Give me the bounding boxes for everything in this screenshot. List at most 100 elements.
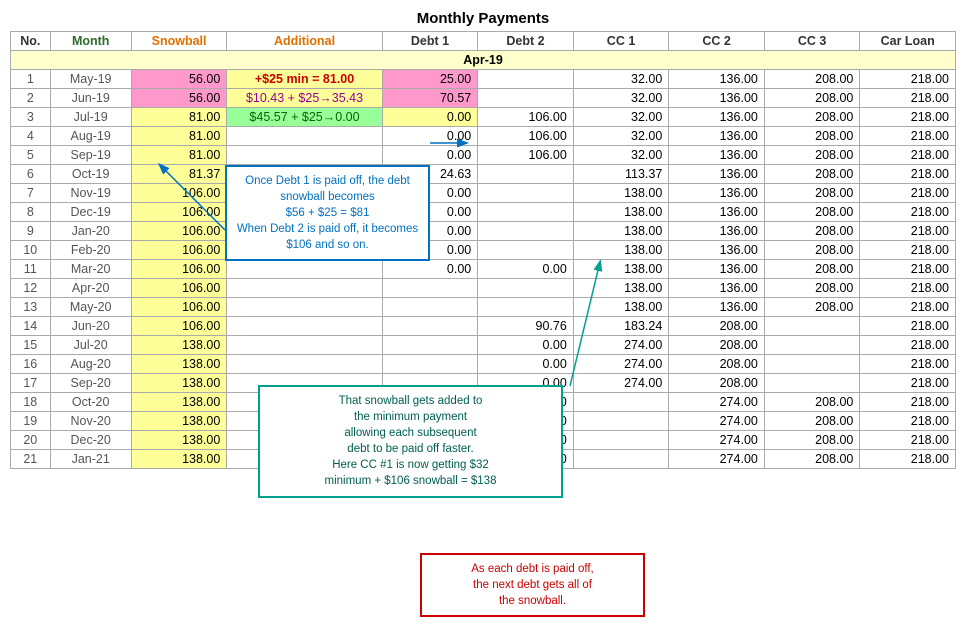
header-additional: Additional xyxy=(227,32,382,51)
cell-cc1: 138.00 xyxy=(573,184,669,203)
cell-cc2: 136.00 xyxy=(669,203,765,222)
cell-cc3: 208.00 xyxy=(764,70,860,89)
cell-no: 18 xyxy=(11,393,51,412)
cell-cc3: 208.00 xyxy=(764,279,860,298)
cell-additional xyxy=(227,355,382,374)
cell-no: 13 xyxy=(11,298,51,317)
cell-carloan: 218.00 xyxy=(860,355,956,374)
header-carloan: Car Loan xyxy=(860,32,956,51)
cell-debt2 xyxy=(478,298,574,317)
cell-month: Sep-20 xyxy=(50,374,131,393)
cell-snowball: 138.00 xyxy=(131,412,227,431)
cell-carloan: 218.00 xyxy=(860,450,956,469)
cell-month: Oct-20 xyxy=(50,393,131,412)
cell-additional: $10.43 + $25→35.43 xyxy=(227,89,382,108)
cell-cc3: 208.00 xyxy=(764,260,860,279)
cell-cc3 xyxy=(764,336,860,355)
cell-cc2: 136.00 xyxy=(669,146,765,165)
cell-debt1: 70.57 xyxy=(382,89,478,108)
cell-debt2: 0.00 xyxy=(478,260,574,279)
cell-cc3: 208.00 xyxy=(764,203,860,222)
cell-additional xyxy=(227,317,382,336)
cell-debt1 xyxy=(382,279,478,298)
cell-cc1: 138.00 xyxy=(573,241,669,260)
cell-snowball: 106.00 xyxy=(131,203,227,222)
cell-carloan: 218.00 xyxy=(860,222,956,241)
cell-cc2: 208.00 xyxy=(669,317,765,336)
cell-carloan: 218.00 xyxy=(860,89,956,108)
cell-snowball: 138.00 xyxy=(131,450,227,469)
cell-snowball: 106.00 xyxy=(131,222,227,241)
cell-no: 16 xyxy=(11,355,51,374)
cell-cc2: 136.00 xyxy=(669,89,765,108)
cell-cc3: 208.00 xyxy=(764,127,860,146)
cell-no: 10 xyxy=(11,241,51,260)
cell-cc3: 208.00 xyxy=(764,89,860,108)
cell-debt2: 106.00 xyxy=(478,108,574,127)
cell-debt2: 106.00 xyxy=(478,127,574,146)
cell-debt2 xyxy=(478,241,574,260)
cell-cc1: 138.00 xyxy=(573,203,669,222)
cell-carloan: 218.00 xyxy=(860,108,956,127)
cell-debt2: 106.00 xyxy=(478,146,574,165)
cell-carloan: 218.00 xyxy=(860,127,956,146)
cell-cc3: 208.00 xyxy=(764,412,860,431)
cell-no: 2 xyxy=(11,89,51,108)
table-row: 13May-20106.00138.00136.00208.00218.00 xyxy=(11,298,956,317)
cell-no: 9 xyxy=(11,222,51,241)
cell-debt1 xyxy=(382,336,478,355)
header-debt1: Debt 1 xyxy=(382,32,478,51)
cell-no: 15 xyxy=(11,336,51,355)
cell-cc3: 208.00 xyxy=(764,184,860,203)
table-row: 7Nov-19106.000.00138.00136.00208.00218.0… xyxy=(11,184,956,203)
cell-carloan: 218.00 xyxy=(860,412,956,431)
cell-cc2: 136.00 xyxy=(669,165,765,184)
cell-snowball: 106.00 xyxy=(131,260,227,279)
cell-debt1: 0.00 xyxy=(382,127,478,146)
cell-cc3 xyxy=(764,374,860,393)
cell-cc1: 32.00 xyxy=(573,108,669,127)
cell-snowball: 106.00 xyxy=(131,184,227,203)
cell-additional xyxy=(227,336,382,355)
cell-snowball: 106.00 xyxy=(131,241,227,260)
cell-carloan: 218.00 xyxy=(860,431,956,450)
table-row: Apr-19 xyxy=(11,51,956,70)
cell-debt2 xyxy=(478,89,574,108)
table-row: 3Jul-1981.00$45.57 + $25→0.000.00106.003… xyxy=(11,108,956,127)
cell-cc1: 32.00 xyxy=(573,89,669,108)
cell-cc2: 136.00 xyxy=(669,108,765,127)
cell-cc2: 274.00 xyxy=(669,412,765,431)
cell-debt1: 0.00 xyxy=(382,108,478,127)
table-row: 5Sep-1981.000.00106.0032.00136.00208.002… xyxy=(11,146,956,165)
cell-debt1: 0.00 xyxy=(382,146,478,165)
cell-cc3: 208.00 xyxy=(764,165,860,184)
cell-no: 19 xyxy=(11,412,51,431)
table-row: 16Aug-20138.000.00274.00208.00218.00 xyxy=(11,355,956,374)
cell-no: 6 xyxy=(11,165,51,184)
table-row: 11Mar-20106.000.000.00138.00136.00208.00… xyxy=(11,260,956,279)
cell-cc1: 138.00 xyxy=(573,260,669,279)
cell-month: Sep-19 xyxy=(50,146,131,165)
cell-debt2: 0.00 xyxy=(478,355,574,374)
header-month: Month xyxy=(50,32,131,51)
cell-cc2: 136.00 xyxy=(669,127,765,146)
cell-no: 3 xyxy=(11,108,51,127)
table-row: 14Jun-20106.0090.76183.24208.00218.00 xyxy=(11,317,956,336)
annotation-debt-paid: As each debt is paid off,the next debt g… xyxy=(420,553,645,617)
table-row: 12Apr-20106.00138.00136.00208.00218.00 xyxy=(11,279,956,298)
cell-additional xyxy=(227,146,382,165)
cell-cc3 xyxy=(764,355,860,374)
cell-month: Oct-19 xyxy=(50,165,131,184)
cell-snowball: 106.00 xyxy=(131,317,227,336)
header-cc3: CC 3 xyxy=(764,32,860,51)
cell-cc1 xyxy=(573,431,669,450)
header-debt2: Debt 2 xyxy=(478,32,574,51)
cell-cc2: 136.00 xyxy=(669,241,765,260)
cell-additional xyxy=(227,279,382,298)
cell-cc1: 32.00 xyxy=(573,146,669,165)
cell-cc2: 136.00 xyxy=(669,298,765,317)
header-cc2: CC 2 xyxy=(669,32,765,51)
table-row: 8Dec-19106.000.00138.00136.00208.00218.0… xyxy=(11,203,956,222)
cell-month: Jun-20 xyxy=(50,317,131,336)
cell-cc1: 138.00 xyxy=(573,222,669,241)
